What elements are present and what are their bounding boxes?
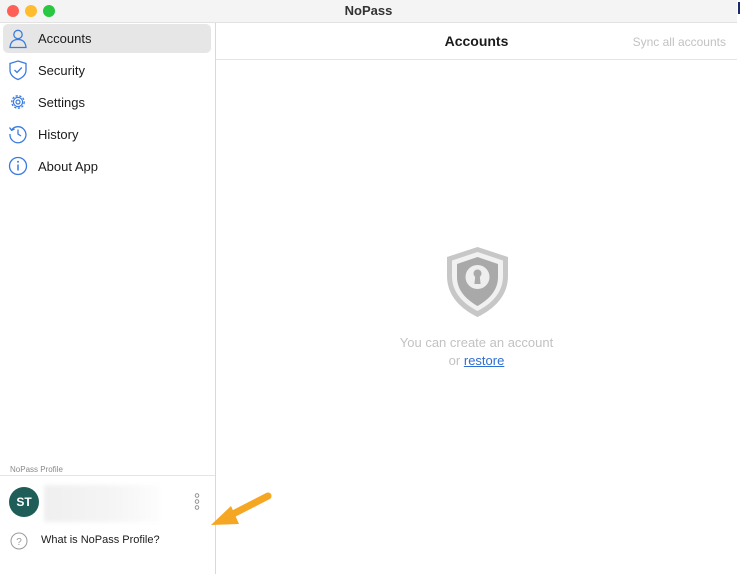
window-title: NoPass — [344, 3, 393, 18]
person-icon — [9, 29, 27, 49]
profile-caption: NoPass Profile — [10, 465, 63, 474]
divider — [0, 475, 215, 476]
shield-lock-icon — [447, 247, 508, 317]
gear-icon — [11, 95, 25, 109]
sidebar-item-label: About App — [38, 159, 98, 174]
sidebar-item-security[interactable]: Security — [3, 56, 211, 85]
help-icon[interactable]: ? — [10, 532, 28, 550]
sidebar-item-label: Security — [38, 63, 85, 78]
empty-state-restore-line: or restore — [216, 353, 737, 368]
shield-check-icon — [9, 60, 27, 81]
more-options-icon[interactable] — [192, 492, 202, 512]
restore-link[interactable]: restore — [464, 353, 504, 368]
sidebar-item-label: History — [38, 127, 79, 142]
title-bar: NoPass — [0, 0, 737, 23]
sidebar-item-label: Accounts — [38, 31, 92, 46]
sidebar-item-accounts[interactable]: Accounts — [3, 24, 211, 53]
svg-text:?: ? — [16, 537, 22, 548]
app-window: NoPass Accounts Security Settings Histor… — [0, 0, 737, 574]
annotation-arrow-icon — [211, 492, 272, 525]
redacted-profile-name — [44, 485, 160, 522]
sidebar-item-history[interactable]: History — [3, 120, 211, 149]
sidebar-item-settings[interactable]: Settings — [3, 88, 211, 117]
history-icon — [8, 126, 27, 144]
info-icon — [8, 156, 28, 176]
what-is-profile-link[interactable]: What is NoPass Profile? — [41, 534, 160, 546]
empty-state-text: You can create an account — [399, 335, 554, 350]
sidebar-item-about-app[interactable]: About App — [3, 152, 211, 181]
main-header: Accounts Sync all accounts — [216, 23, 737, 60]
empty-state-or-text: or — [448, 353, 461, 368]
avatar[interactable]: ST — [9, 487, 39, 517]
sidebar-item-label: Settings — [38, 95, 85, 110]
sync-all-accounts-button[interactable]: Sync all accounts — [633, 35, 726, 49]
window-edge-mark — [738, 2, 740, 14]
